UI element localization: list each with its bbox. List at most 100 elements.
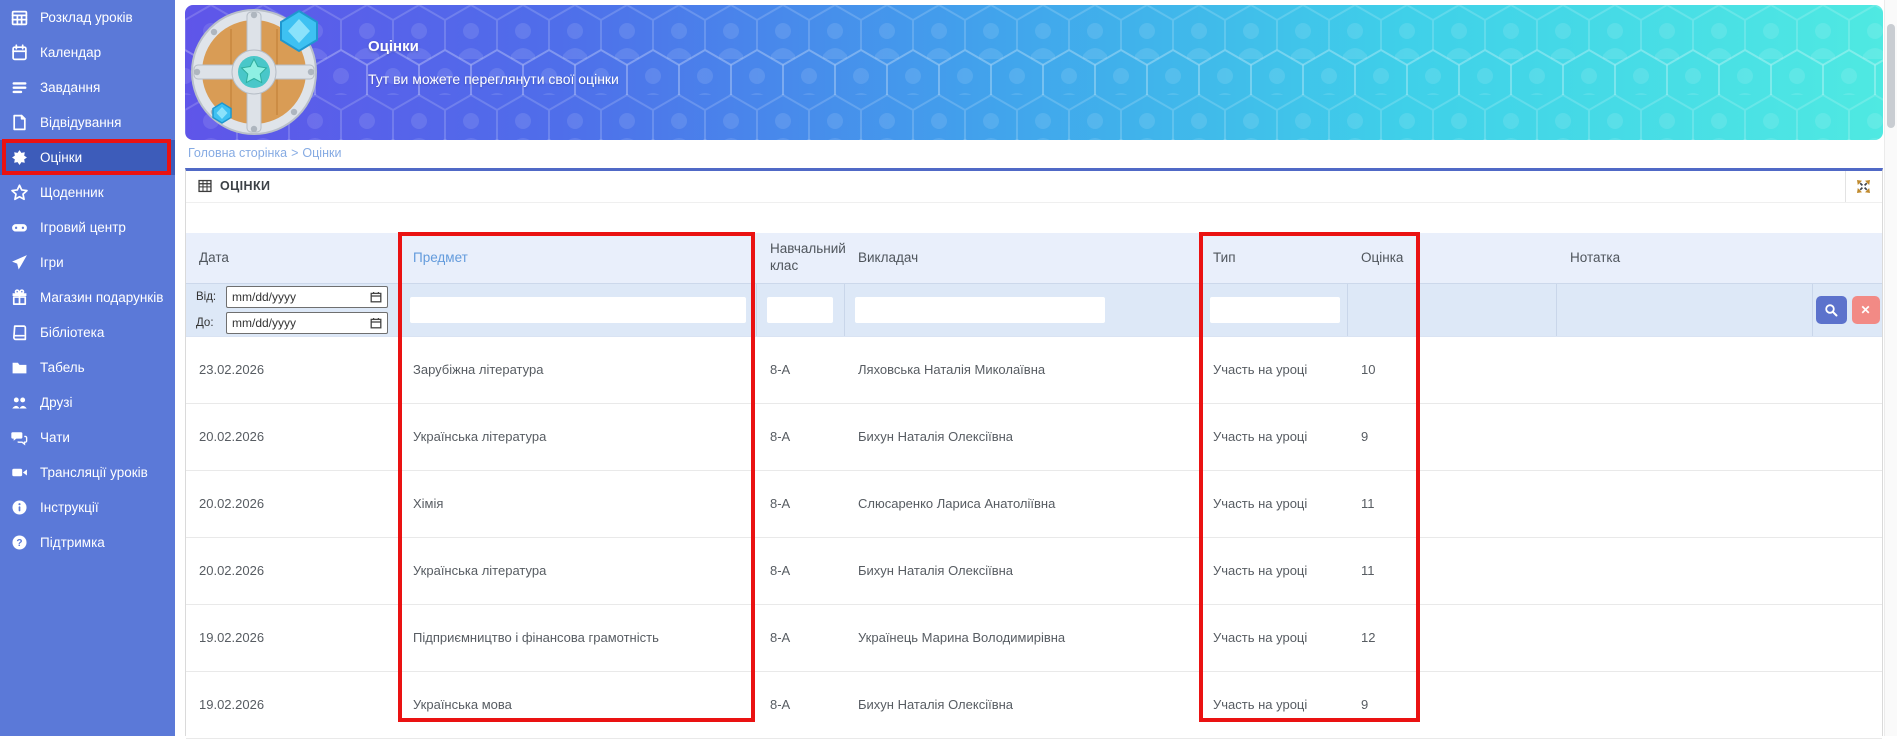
gift-icon — [11, 289, 28, 306]
question-icon: ? — [11, 534, 28, 551]
grades-table: ДатаПредметНавчальний класВикладачТипОці… — [186, 233, 1882, 739]
sidebar-item-lesson-streams[interactable]: Трансляції уроків — [0, 455, 175, 490]
cell-grade: 10 — [1348, 337, 1557, 403]
sidebar-item-label: Бібліотека — [40, 325, 104, 340]
cell-teacher: Бихун Наталія Олексіївна — [845, 404, 1200, 470]
filter-cell-date: Від: mm/dd/yyyy — [186, 284, 400, 336]
cell-date: 19.02.2026 — [186, 672, 400, 738]
sidebar-item-games[interactable]: Ігри — [0, 245, 175, 280]
cell-date: 20.02.2026 — [186, 404, 400, 470]
sidebar-item-label: Трансляції уроків — [40, 465, 148, 480]
filter-cell-teacher — [845, 284, 1200, 336]
breadcrumb-home-link[interactable]: Головна сторінка — [188, 146, 287, 160]
panel-header: ОЦІНКИ — [186, 171, 1882, 203]
sidebar-item-report-card[interactable]: Табель — [0, 350, 175, 385]
filter-cell-class — [757, 284, 845, 336]
cell-type: Участь на уроці — [1200, 672, 1348, 738]
cell-note — [1557, 404, 1813, 470]
date-from-label: Від: — [196, 291, 226, 303]
filter-cell-note — [1557, 284, 1813, 336]
calendar-picker-icon[interactable] — [370, 317, 382, 329]
table-body: 23.02.2026Зарубіжна література8-АЛяховсь… — [186, 337, 1882, 739]
panel-title: ОЦІНКИ — [220, 179, 270, 193]
cell-class: 8-А — [757, 605, 845, 671]
cell-subject: Українська література — [400, 404, 757, 470]
date-from-input[interactable]: mm/dd/yyyy — [226, 286, 388, 308]
sidebar-item-support[interactable]: ?Підтримка — [0, 525, 175, 560]
subject-filter-input[interactable] — [410, 297, 746, 323]
sidebar-item-grades[interactable]: Оцінки — [0, 140, 175, 175]
cell-subject: Зарубіжна література — [400, 337, 757, 403]
cell-grade: 11 — [1348, 538, 1557, 604]
page-subtitle: Тут ви можете переглянути свої оцінки — [368, 71, 619, 87]
sidebar-item-instructions[interactable]: Інструкції — [0, 490, 175, 525]
sidebar-item-tasks[interactable]: Завдання — [0, 70, 175, 105]
cell-type: Участь на уроці — [1200, 471, 1348, 537]
table-row: 20.02.2026Українська література8-АБихун … — [186, 538, 1882, 605]
cell-actions — [1813, 672, 1882, 738]
sidebar-item-label: Завдання — [40, 80, 100, 95]
column-header-subject[interactable]: Предмет — [400, 233, 757, 283]
list-icon — [11, 79, 28, 96]
breadcrumb-separator: > — [291, 146, 298, 160]
video-icon — [11, 464, 28, 481]
sidebar-item-calendar[interactable]: Календар — [0, 35, 175, 70]
search-button[interactable] — [1816, 296, 1847, 324]
type-filter-input[interactable] — [1210, 297, 1340, 323]
cell-teacher: Слюсаренко Лариса Анатоліївна — [845, 471, 1200, 537]
cell-grade: 9 — [1348, 404, 1557, 470]
cell-note — [1557, 538, 1813, 604]
calendar-picker-icon[interactable] — [370, 291, 382, 303]
scrollbar-thumb[interactable] — [1887, 24, 1895, 128]
cell-class: 8-А — [757, 672, 845, 738]
book-icon — [11, 324, 28, 341]
gamepad-icon — [11, 219, 28, 236]
sidebar-item-attendance[interactable]: Відвідування — [0, 105, 175, 140]
sidebar-item-friends[interactable]: Друзі — [0, 385, 175, 420]
cell-grade: 11 — [1348, 471, 1557, 537]
sidebar-item-label: Оцінки — [40, 150, 82, 165]
class-filter-input[interactable] — [767, 297, 833, 323]
table-row: 20.02.2026Хімія8-АСлюсаренко Лариса Анат… — [186, 471, 1882, 538]
sidebar-item-schedule[interactable]: Розклад уроків — [0, 0, 175, 35]
breadcrumb-current: Оцінки — [302, 146, 341, 160]
sidebar-item-library[interactable]: Бібліотека — [0, 315, 175, 350]
table-icon — [198, 179, 212, 193]
cell-type: Участь на уроці — [1200, 538, 1348, 604]
calendar-icon — [11, 44, 28, 61]
cell-class: 8-А — [757, 404, 845, 470]
sidebar-item-gift-shop[interactable]: Магазин подарунків — [0, 280, 175, 315]
table-row: 23.02.2026Зарубіжна література8-АЛяховсь… — [186, 337, 1882, 404]
cell-teacher: Бихун Наталія Олексіївна — [845, 672, 1200, 738]
filter-cell-grade — [1348, 284, 1557, 336]
sidebar-item-diary[interactable]: Щоденник — [0, 175, 175, 210]
sidebar-item-chats[interactable]: Чати — [0, 420, 175, 455]
column-header-type: Тип — [1200, 233, 1348, 283]
vertical-scrollbar[interactable] — [1884, 0, 1897, 736]
sidebar-item-label: Щоденник — [40, 185, 104, 200]
teacher-filter-input[interactable] — [855, 297, 1105, 323]
date-to-input[interactable]: mm/dd/yyyy — [226, 312, 388, 334]
calendar-grid-icon — [11, 9, 28, 26]
cell-subject: Підприємництво і фінансова грамотність — [400, 605, 757, 671]
sidebar-item-game-center[interactable]: Ігровий центр — [0, 210, 175, 245]
cell-subject: Українська мова — [400, 672, 757, 738]
star-icon — [11, 184, 28, 201]
page-icon — [11, 114, 28, 131]
column-header-class: Навчальний клас — [757, 233, 845, 283]
cell-date: 20.02.2026 — [186, 471, 400, 537]
column-header-teacher: Викладач — [845, 233, 1200, 283]
app-root: Розклад уроківКалендар Завдання Відвідуван… — [0, 0, 1897, 736]
cell-grade: 9 — [1348, 672, 1557, 738]
clear-filter-button[interactable]: ✕ — [1852, 296, 1880, 324]
chat-icon — [11, 429, 28, 446]
page-title: Оцінки — [368, 38, 619, 55]
column-header-note: Нотатка — [1557, 233, 1813, 283]
cell-date: 19.02.2026 — [186, 605, 400, 671]
sidebar-item-label: Ігровий центр — [40, 220, 126, 235]
table-row: 19.02.2026Українська мова8-АБихун Наталі… — [186, 672, 1882, 739]
expand-icon[interactable] — [1855, 178, 1872, 195]
people-icon — [11, 394, 28, 411]
cell-teacher: Ляховська Наталія Миколаївна — [845, 337, 1200, 403]
cell-actions — [1813, 471, 1882, 537]
